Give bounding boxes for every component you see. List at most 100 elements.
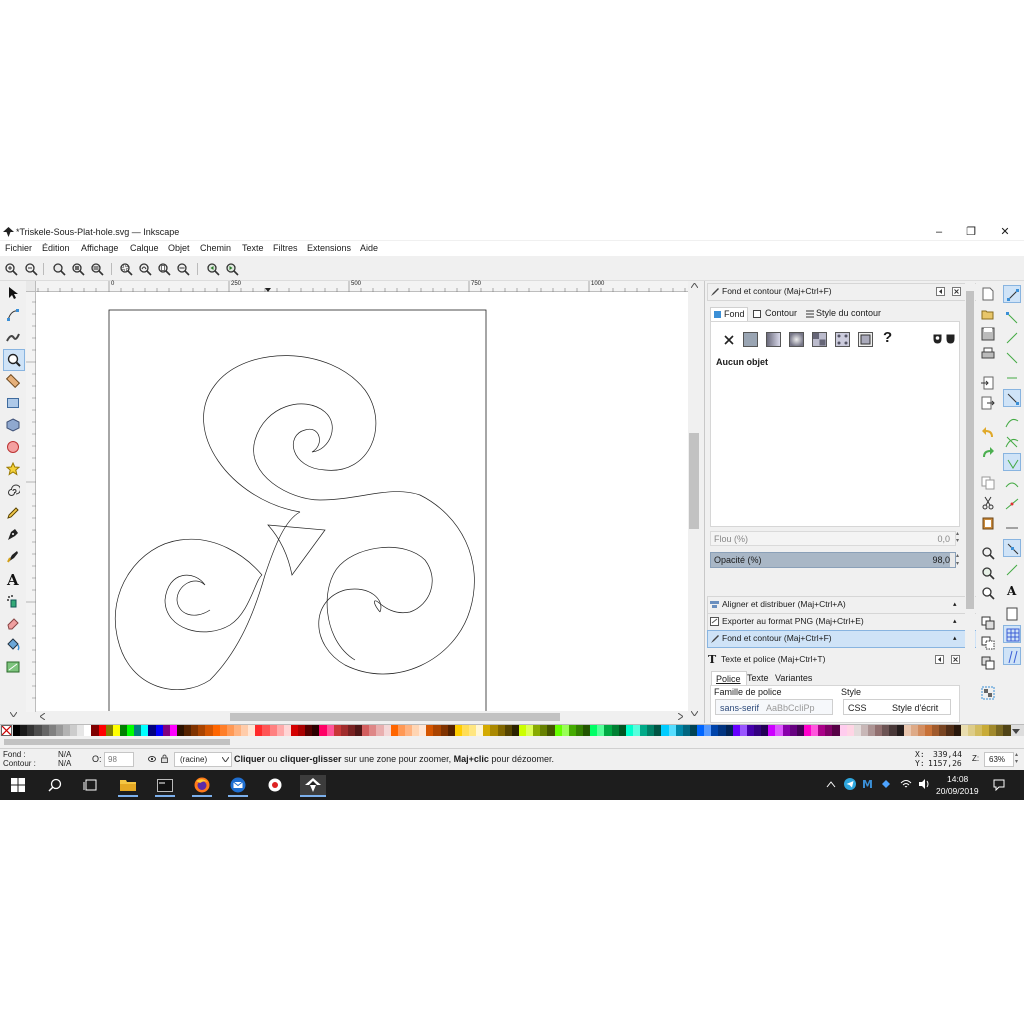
- color-swatch[interactable]: [554, 725, 562, 736]
- zoom-selection-icon[interactable]: [119, 262, 133, 276]
- zoom-out-icon[interactable]: [24, 262, 38, 276]
- color-swatch[interactable]: [319, 725, 327, 736]
- tab-contour[interactable]: Contour: [750, 307, 802, 321]
- zoom-drawing-icon[interactable]: [981, 566, 995, 580]
- color-swatch[interactable]: [219, 725, 227, 736]
- panel-scrollbar[interactable]: [965, 281, 975, 721]
- color-swatch[interactable]: [611, 725, 619, 736]
- duplicate-icon[interactable]: [981, 616, 995, 630]
- text-tool[interactable]: A: [3, 569, 23, 589]
- inkscape-taskbar-button[interactable]: [300, 775, 326, 797]
- color-swatch[interactable]: [647, 725, 655, 736]
- color-swatch[interactable]: [518, 725, 526, 736]
- color-swatch[interactable]: [746, 725, 754, 736]
- taskbar-time[interactable]: 14:08: [947, 774, 968, 784]
- file-explorer-button[interactable]: [118, 775, 138, 797]
- status-opacity-input[interactable]: 98: [104, 752, 134, 767]
- wifi-icon[interactable]: [900, 778, 912, 790]
- color-swatch[interactable]: [932, 725, 940, 736]
- color-swatch[interactable]: [761, 725, 769, 736]
- zoom-previous-icon[interactable]: [206, 262, 220, 276]
- terminal-button[interactable]: [155, 775, 175, 797]
- color-swatch[interactable]: [939, 725, 947, 736]
- color-swatch[interactable]: [953, 725, 961, 736]
- color-swatch[interactable]: [526, 725, 534, 736]
- scroll-left-icon[interactable]: [40, 713, 45, 720]
- snap-bbox-midpoint-icon[interactable]: [1005, 371, 1019, 385]
- color-swatch[interactable]: [632, 725, 640, 736]
- color-swatch[interactable]: [41, 725, 49, 736]
- color-swatch[interactable]: [226, 725, 234, 736]
- color-swatch[interactable]: [276, 725, 284, 736]
- panel-close-icon[interactable]: [952, 287, 961, 296]
- color-swatch[interactable]: [889, 725, 897, 736]
- paint-bucket-tool[interactable]: [3, 635, 23, 655]
- color-swatch[interactable]: [825, 725, 833, 736]
- color-swatch[interactable]: [718, 725, 726, 736]
- color-swatch[interactable]: [974, 725, 982, 736]
- scroll-right-icon[interactable]: [678, 713, 683, 720]
- color-swatch[interactable]: [376, 725, 384, 736]
- clone-icon[interactable]: [981, 636, 995, 650]
- zoom-selection-icon[interactable]: [981, 546, 995, 560]
- snap-midpoint-icon[interactable]: [1005, 497, 1019, 511]
- color-swatch[interactable]: [754, 725, 762, 736]
- scroll-down-icon[interactable]: [691, 711, 698, 716]
- rectangle-tool[interactable]: [3, 393, 23, 413]
- node-tool[interactable]: [3, 305, 23, 325]
- color-swatch[interactable]: [504, 725, 512, 736]
- color-swatch[interactable]: [540, 725, 548, 736]
- color-swatch[interactable]: [575, 725, 583, 736]
- expand-icon[interactable]: ▴: [953, 631, 957, 646]
- color-swatch[interactable]: [625, 725, 633, 736]
- color-swatch[interactable]: [711, 725, 719, 736]
- zoom-half-icon[interactable]: [71, 262, 85, 276]
- mesh-gradient-icon[interactable]: [812, 332, 827, 347]
- pencil-tool[interactable]: [3, 503, 23, 523]
- snap-path-icon[interactable]: [1005, 415, 1019, 429]
- color-swatch[interactable]: [412, 725, 420, 736]
- unlink-clone-icon[interactable]: [981, 656, 995, 670]
- expand-icon[interactable]: ▴: [953, 614, 957, 629]
- snap-smooth-icon[interactable]: [1005, 477, 1019, 491]
- font-family-value[interactable]: sans-serif: [720, 703, 759, 713]
- color-swatch[interactable]: [98, 725, 106, 736]
- color-swatch[interactable]: [640, 725, 648, 736]
- selector-tool[interactable]: [3, 283, 23, 303]
- color-swatch[interactable]: [184, 725, 192, 736]
- fill-rule-nonzero-icon[interactable]: [946, 334, 955, 344]
- ellipse-tool[interactable]: [3, 437, 23, 457]
- group-icon[interactable]: [981, 686, 995, 700]
- color-swatch[interactable]: [511, 725, 519, 736]
- undo-icon[interactable]: [981, 426, 995, 440]
- color-swatch[interactable]: [141, 725, 149, 736]
- horizontal-scrollbar[interactable]: [36, 711, 688, 723]
- color-swatch[interactable]: [568, 725, 576, 736]
- color-swatch[interactable]: [233, 725, 241, 736]
- color-swatch[interactable]: [326, 725, 334, 736]
- color-swatch[interactable]: [803, 725, 811, 736]
- scroll-up-icon[interactable]: [691, 283, 698, 288]
- open-folder-icon[interactable]: [981, 307, 995, 321]
- color-swatch[interactable]: [547, 725, 555, 736]
- snap-text-baseline-icon[interactable]: A: [1005, 583, 1019, 597]
- color-swatch[interactable]: [590, 725, 598, 736]
- snap-cusp-button[interactable]: [1003, 453, 1021, 471]
- color-swatch[interactable]: [105, 725, 113, 736]
- fill-value[interactable]: N/A: [58, 750, 71, 759]
- color-swatch[interactable]: [996, 725, 1004, 736]
- color-swatch[interactable]: [925, 725, 933, 736]
- zoom-next-icon[interactable]: [225, 262, 239, 276]
- zoom-tool[interactable]: [3, 349, 25, 371]
- color-swatch[interactable]: [739, 725, 747, 736]
- tab-variantes[interactable]: Variantes: [775, 673, 812, 683]
- layer-visibility-icon[interactable]: [148, 755, 156, 763]
- color-swatch[interactable]: [868, 725, 876, 736]
- color-swatch[interactable]: [697, 725, 705, 736]
- drawing-canvas[interactable]: [36, 292, 688, 712]
- color-swatch[interactable]: [27, 725, 35, 736]
- snap-bbox-edge-icon[interactable]: [1005, 331, 1019, 345]
- color-swatch[interactable]: [241, 725, 249, 736]
- menu-edition[interactable]: Édition: [42, 243, 70, 253]
- toolbox-scroll-down-icon[interactable]: [10, 712, 17, 717]
